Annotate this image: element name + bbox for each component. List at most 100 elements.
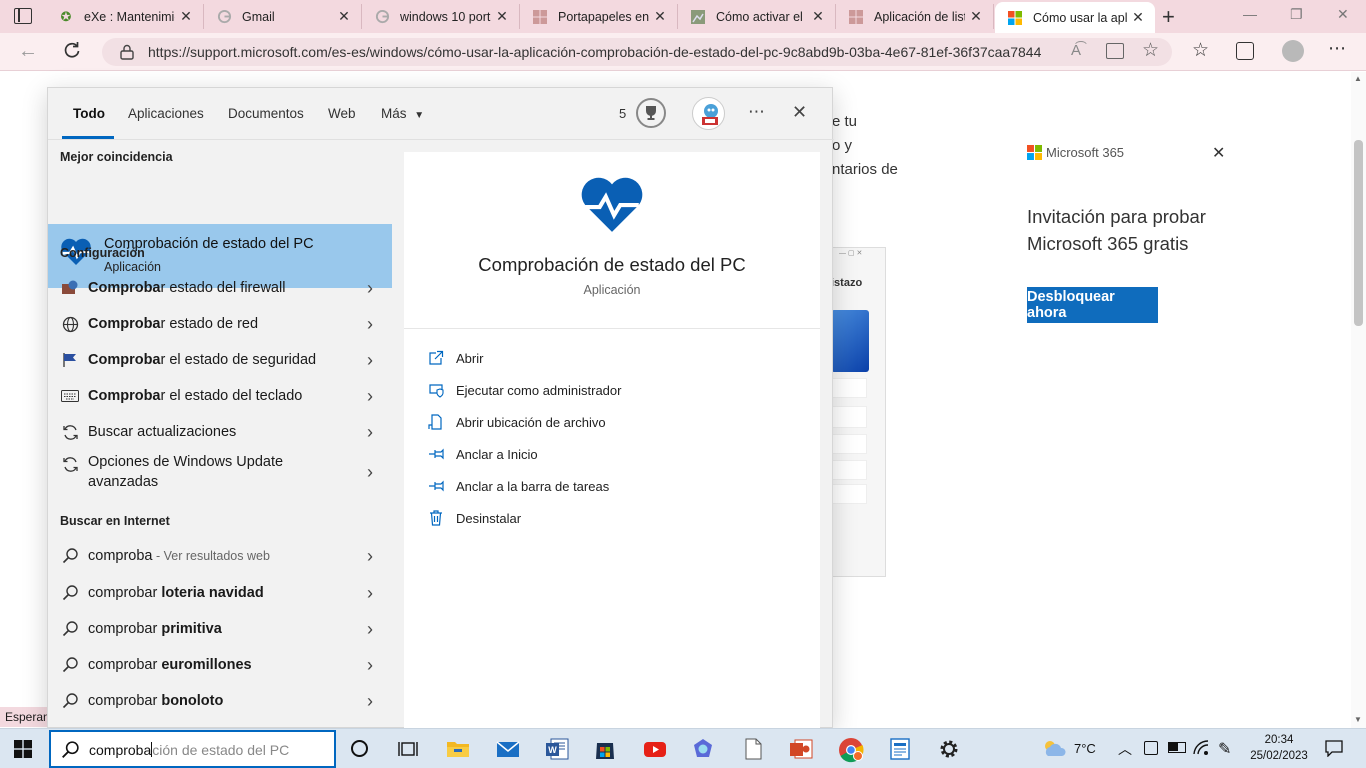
action-pin-taskbar[interactable]: Anclar a la barra de tareas (426, 475, 609, 497)
file-explorer-icon[interactable] (446, 737, 470, 761)
youtube-icon[interactable] (643, 737, 667, 761)
minimize-button[interactable]: — (1243, 6, 1257, 22)
clock-time: 20:34 (1264, 734, 1294, 746)
start-button[interactable] (14, 740, 32, 763)
clock[interactable]: 20:34 25/02/2023 (1249, 732, 1309, 764)
action-open-file-location[interactable]: Abrir ubicación de archivo (426, 411, 606, 433)
back-icon[interactable]: ← (18, 40, 38, 63)
filter-documentos[interactable]: Documentos (228, 106, 304, 121)
weather-cloud-icon[interactable] (1041, 738, 1067, 763)
word-icon[interactable]: W (545, 737, 569, 761)
setting-rest: r el estado del teclado (160, 388, 303, 404)
address-bar[interactable]: https://support.microsoft.com/es-es/wind… (102, 38, 1172, 66)
setting-network-row[interactable]: Comprobar estado de red › (48, 306, 392, 342)
rewards-trophy-icon[interactable] (636, 98, 666, 128)
device-icon[interactable] (1144, 741, 1158, 755)
setting-updates-row[interactable]: Buscar actualizaciones › (48, 414, 392, 450)
chevron-right-icon[interactable]: › (358, 655, 382, 676)
chevron-right-icon[interactable]: › (358, 278, 382, 299)
weather-temperature[interactable]: 7°C (1074, 741, 1096, 756)
filter-todo[interactable]: Todo (73, 106, 105, 121)
close-flyout-icon[interactable]: ✕ (792, 102, 807, 123)
battery-icon[interactable] (1168, 742, 1186, 753)
web-suggestion-row[interactable]: comprobar bonoloto › (48, 683, 392, 719)
user-avatar[interactable] (692, 97, 725, 130)
setting-wu-advanced-row[interactable]: Opciones de Windows Update avanzadas › (48, 450, 392, 494)
filter-aplicaciones[interactable]: Aplicaciones (128, 106, 204, 121)
web-suggestion-row[interactable]: comproba - Ver resultados web › (48, 538, 392, 574)
close-tab-icon[interactable]: ✕ (807, 8, 829, 25)
store-icon[interactable] (593, 737, 617, 761)
filter-web[interactable]: Web (328, 106, 356, 121)
show-hidden-icons[interactable]: ︿ (1118, 739, 1132, 759)
chevron-right-icon[interactable]: › (358, 314, 382, 335)
tab-actions-icon[interactable] (14, 8, 32, 24)
ad-close-icon[interactable]: ✕ (1212, 143, 1225, 163)
close-tab-icon[interactable]: ✕ (175, 8, 197, 25)
chevron-right-icon[interactable]: › (358, 422, 382, 443)
chevron-right-icon[interactable]: › (358, 691, 382, 712)
task-view-icon[interactable] (398, 740, 418, 763)
scroll-up-arrow[interactable]: ▲ (1354, 74, 1362, 83)
close-tab-icon[interactable]: ✕ (965, 8, 987, 25)
filter-mas[interactable]: Más ▼ (381, 106, 424, 121)
action-uninstall[interactable]: Desinstalar (426, 507, 521, 529)
action-open[interactable]: Abrir (426, 347, 483, 369)
close-tab-icon[interactable]: ✕ (649, 8, 671, 25)
add-favorite-icon[interactable]: ☆ (1142, 39, 1159, 62)
chevron-right-icon[interactable]: › (358, 462, 382, 483)
tab-como-usar[interactable]: Cómo usar la aplic ✕ (995, 2, 1155, 33)
close-window-button[interactable]: ✕ (1337, 6, 1349, 23)
notepad-icon[interactable] (741, 737, 765, 761)
setting-security-row[interactable]: Comprobar el estado de seguridad › (48, 342, 392, 378)
copilot-icon[interactable] (691, 737, 715, 761)
taskbar-search-input[interactable]: comprobación de estado del PC (49, 730, 336, 768)
tab-aplicacion-lista[interactable]: Aplicación de lista ✕ (836, 4, 994, 29)
settings-icon[interactable] (937, 737, 961, 761)
scrollbar-thumb[interactable] (1354, 140, 1363, 326)
close-tab-icon[interactable]: ✕ (333, 8, 355, 25)
close-tab-icon[interactable]: ✕ (1127, 9, 1149, 26)
shield-icon (426, 380, 446, 400)
web-suggestion-row[interactable]: comprobar primitiva › (48, 611, 392, 647)
more-options-icon[interactable]: ⋯ (748, 102, 765, 122)
lock-icon[interactable] (120, 44, 134, 65)
cortana-icon[interactable] (351, 740, 368, 757)
close-tab-icon[interactable]: ✕ (491, 8, 513, 25)
restore-button[interactable]: ❐ (1290, 6, 1303, 23)
action-run-as-admin[interactable]: Ejecutar como administrador (426, 379, 621, 401)
chevron-right-icon[interactable]: › (358, 386, 382, 407)
tab-portapapeles[interactable]: Portapapeles en V ✕ (520, 4, 678, 29)
chevron-right-icon[interactable]: › (358, 583, 382, 604)
notification-icon[interactable] (1325, 739, 1343, 762)
setting-keyboard-row[interactable]: Comprobar el estado del teclado › (48, 378, 392, 414)
refresh-icon[interactable] (62, 40, 82, 65)
chevron-right-icon[interactable]: › (358, 546, 382, 567)
profile-avatar[interactable] (1282, 40, 1304, 62)
tab-exe[interactable]: ✪ eXe : Mantenimie ✕ (46, 4, 204, 29)
document-viewer-icon[interactable] (888, 737, 912, 761)
pen-icon[interactable]: ✎ (1218, 739, 1231, 759)
powerpoint-icon[interactable] (789, 737, 813, 761)
new-tab-button[interactable]: + (1162, 4, 1175, 30)
unlock-now-button[interactable]: Desbloquear ahora (1027, 287, 1158, 323)
scroll-down-arrow[interactable]: ▼ (1354, 715, 1362, 724)
read-aloud-icon[interactable]: A͡ (1071, 42, 1081, 59)
action-pin-start[interactable]: Anclar a Inicio (426, 443, 538, 465)
collections-icon[interactable] (1236, 42, 1254, 60)
web-suggestion-row[interactable]: comprobar loteria navidad › (48, 575, 392, 611)
more-options-icon[interactable]: ⋯ (1328, 38, 1346, 59)
favorites-icon[interactable]: ☆ (1192, 39, 1209, 62)
wifi-icon[interactable] (1193, 740, 1209, 761)
chevron-right-icon[interactable]: › (358, 350, 382, 371)
chevron-right-icon[interactable]: › (358, 619, 382, 640)
tab-windows-portapapeles[interactable]: windows 10 porta ✕ (362, 4, 520, 29)
setting-firewall-row[interactable]: Comprobar estado del firewall › (48, 270, 392, 306)
chrome-icon[interactable] (838, 737, 864, 763)
tab-gmail[interactable]: Gmail ✕ (204, 4, 362, 29)
page-scrollbar[interactable]: ▲ ▼ (1351, 72, 1366, 728)
web-suggestion-row[interactable]: comprobar euromillones › (48, 647, 392, 683)
reader-view-icon[interactable] (1106, 43, 1124, 59)
mail-icon[interactable] (496, 737, 520, 761)
tab-como-activar[interactable]: Cómo activar el p ✕ (678, 4, 836, 29)
